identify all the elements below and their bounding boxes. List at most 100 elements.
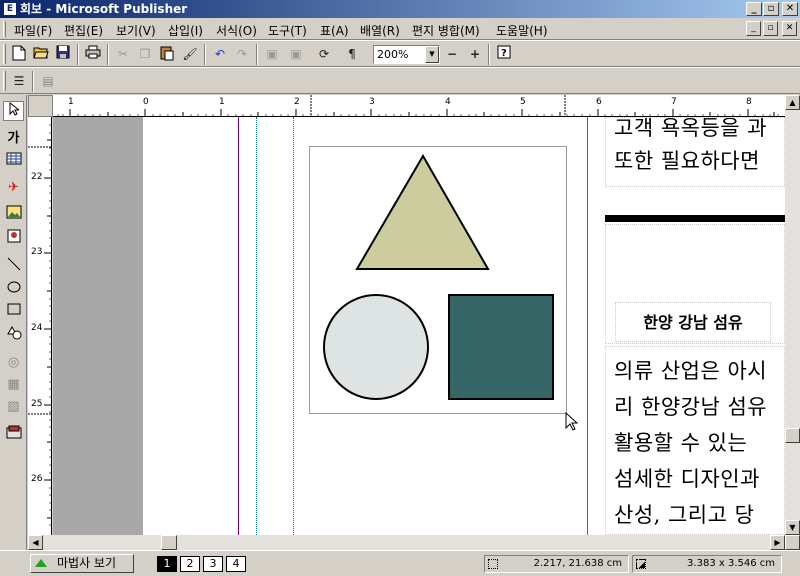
menu-edit[interactable]: 편집(E) bbox=[64, 22, 103, 39]
position-value: 2.217, 21.638 cm bbox=[533, 558, 622, 569]
toolbar-separator bbox=[488, 44, 490, 65]
text-frame-body[interactable]: 의류 산업은 아시 리 한양강남 섬유 활용할 수 있는 섬세한 디자인과 산성… bbox=[605, 346, 785, 535]
list-format-icon[interactable]: ☰ bbox=[9, 72, 29, 91]
copy-icon[interactable]: ❐ bbox=[135, 45, 155, 64]
maximize-button[interactable]: ▫ bbox=[763, 2, 779, 16]
cut-icon[interactable]: ✂ bbox=[113, 45, 133, 64]
horizontal-scrollbar[interactable]: ◀ ▶ bbox=[28, 535, 785, 550]
undo-icon[interactable]: ↶ bbox=[210, 45, 230, 64]
insert-object-tool-icon[interactable]: ▧ bbox=[3, 397, 24, 417]
new-icon[interactable] bbox=[9, 45, 29, 64]
scroll-left-button[interactable]: ◀ bbox=[28, 535, 43, 550]
chevron-down-icon[interactable]: ▼ bbox=[425, 46, 439, 63]
title-bar: E 회보 - Microsoft Publisher _ ▫ ✕ bbox=[0, 0, 800, 18]
table-frame-tool-icon[interactable] bbox=[3, 152, 24, 172]
scroll-up-button[interactable]: ▲ bbox=[785, 95, 800, 110]
mouse-cursor-icon bbox=[565, 412, 579, 431]
ruler-v-label: 22 bbox=[31, 172, 43, 182]
menu-file[interactable]: 파일(F) bbox=[14, 22, 52, 39]
page-2-button[interactable]: 2 bbox=[180, 556, 200, 572]
clip-gallery-tool-icon[interactable] bbox=[3, 229, 24, 249]
scroll-thumb[interactable] bbox=[785, 428, 800, 443]
publisher-app-icon[interactable]: E bbox=[3, 2, 17, 16]
picture-frame-tool-icon[interactable] bbox=[3, 205, 24, 225]
page-3-button[interactable]: 3 bbox=[203, 556, 223, 572]
ruler-origin[interactable] bbox=[28, 95, 53, 117]
oval-tool-icon[interactable] bbox=[3, 280, 24, 300]
text-frame-top[interactable]: 고객 욕옥등을 과 또한 필요하다면 bbox=[605, 117, 785, 187]
text-line: 고객 욕옥등을 과 bbox=[614, 117, 768, 140]
svg-text:?: ? bbox=[501, 48, 507, 59]
vertical-scrollbar[interactable]: ▲ ▼ bbox=[785, 95, 800, 550]
menu-arrange[interactable]: 배열(R) bbox=[360, 22, 400, 39]
ruler-v-label: 26 bbox=[31, 474, 43, 484]
scroll-down-button[interactable]: ▼ bbox=[785, 520, 800, 535]
toolbar-separator bbox=[77, 44, 79, 65]
rectangle-tool-icon[interactable] bbox=[3, 302, 24, 322]
menu-tools[interactable]: 도구(T) bbox=[268, 22, 307, 39]
close-button[interactable]: ✕ bbox=[782, 2, 798, 16]
text-line: 산성, 그리고 당 bbox=[614, 503, 755, 527]
menu-grip[interactable] bbox=[3, 21, 6, 37]
toolbar-separator bbox=[256, 44, 258, 65]
bring-to-front-icon[interactable]: ▣ bbox=[262, 45, 282, 64]
text-line: 섬세한 디자인과 bbox=[614, 467, 760, 491]
heading-text: 한양 강남 섬유 bbox=[643, 313, 743, 332]
html-code-tool-icon[interactable]: ▦ bbox=[3, 375, 24, 395]
menu-view[interactable]: 보기(V) bbox=[116, 22, 156, 39]
toolbar-grip[interactable] bbox=[3, 44, 6, 64]
menu-bar: 파일(F) 편집(E) 보기(V) 삽입(I) 서식(O) 도구(T) 표(A)… bbox=[0, 19, 800, 40]
ruler-h-label: 8 bbox=[746, 97, 752, 107]
zoom-in-button[interactable]: + bbox=[465, 45, 485, 64]
position-icon bbox=[488, 559, 498, 569]
help-icon[interactable]: ? bbox=[494, 45, 514, 64]
wordart-tool-icon[interactable]: ✈ bbox=[3, 178, 24, 198]
ruler-h-label: 2 bbox=[294, 97, 300, 107]
redo-icon[interactable]: ↷ bbox=[232, 45, 252, 64]
line-tool-icon[interactable] bbox=[3, 257, 24, 277]
format-painter-icon[interactable]: 🖌 bbox=[180, 45, 200, 64]
shapes-group-frame[interactable] bbox=[309, 146, 567, 414]
objects-toolbar: 가 ✈ ◎ ▦ ▧ bbox=[0, 95, 27, 550]
send-to-back-icon[interactable]: ▣ bbox=[286, 45, 306, 64]
rotate-icon[interactable]: ⟳ bbox=[314, 45, 334, 64]
heading-frame[interactable]: 한양 강남 섬유 bbox=[615, 302, 771, 342]
ruler-h-label: 1 bbox=[219, 97, 225, 107]
toolbar-separator bbox=[107, 44, 109, 65]
circle-shape bbox=[323, 294, 429, 400]
show-wizard-button[interactable]: 마법사 보기 bbox=[30, 554, 134, 573]
minimize-button[interactable]: _ bbox=[746, 2, 762, 16]
workspace[interactable]: 고객 욕옥등을 과 또한 필요하다면 한양 강남 섬유 의류 산업은 아시 리 … bbox=[53, 117, 785, 535]
save-icon[interactable] bbox=[53, 45, 73, 64]
paste-icon[interactable] bbox=[157, 45, 177, 64]
scroll-right-button[interactable]: ▶ bbox=[770, 535, 785, 550]
menu-help[interactable]: 도움말(H) bbox=[496, 22, 548, 39]
ruler-h-label: 6 bbox=[596, 97, 602, 107]
print-icon[interactable] bbox=[83, 45, 103, 64]
scroll-thumb[interactable] bbox=[161, 535, 177, 550]
toolbar-grip[interactable] bbox=[3, 71, 6, 91]
properties-icon[interactable]: ▤ bbox=[38, 72, 58, 91]
menu-format[interactable]: 서식(O) bbox=[216, 22, 257, 39]
zoom-out-button[interactable]: − bbox=[442, 45, 462, 64]
zoom-select[interactable]: 200% ▼ bbox=[373, 45, 440, 64]
horizontal-ruler[interactable]: 1 0 1 2 3 4 5 6 7 8 bbox=[53, 95, 785, 117]
doc-close-button[interactable]: ✕ bbox=[782, 21, 797, 36]
doc-restore-button[interactable]: ▫ bbox=[763, 21, 778, 36]
page-1-button[interactable]: 1 bbox=[157, 556, 177, 572]
document-page[interactable]: 고객 욕옥등을 과 또한 필요하다면 한양 강남 섬유 의류 산업은 아시 리 … bbox=[143, 117, 785, 535]
open-icon[interactable] bbox=[31, 45, 51, 64]
menu-table[interactable]: 표(A) bbox=[320, 22, 349, 39]
custom-shapes-tool-icon[interactable] bbox=[3, 324, 24, 344]
pointer-tool-icon[interactable] bbox=[3, 101, 24, 121]
page-4-button[interactable]: 4 bbox=[226, 556, 246, 572]
special-characters-icon[interactable]: ¶ bbox=[342, 45, 362, 64]
text-frame-tool-icon[interactable]: 가 bbox=[3, 129, 24, 149]
vertical-ruler[interactable]: 22 23 24 25 26 bbox=[28, 117, 52, 535]
menu-mail-merge[interactable]: 편지 병합(M) bbox=[412, 22, 480, 39]
layout-guide bbox=[293, 117, 294, 535]
menu-insert[interactable]: 삽입(I) bbox=[168, 22, 203, 39]
doc-minimize-button[interactable]: _ bbox=[746, 21, 761, 36]
design-gallery-tool-icon[interactable] bbox=[3, 425, 24, 445]
form-control-tool-icon[interactable]: ◎ bbox=[3, 353, 24, 373]
